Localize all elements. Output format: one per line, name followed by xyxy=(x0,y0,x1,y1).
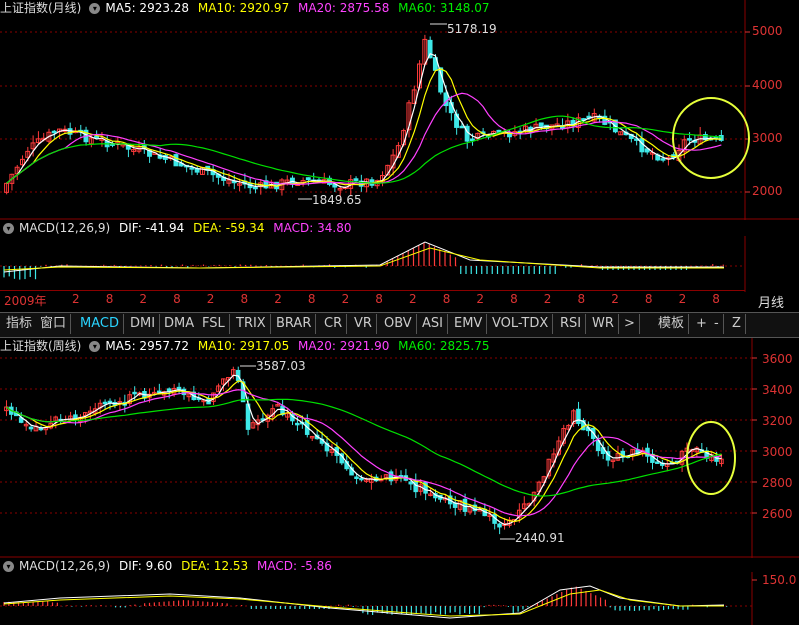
date-axis-label: 8 xyxy=(712,292,720,306)
tab-dmi[interactable]: DMI xyxy=(126,314,161,334)
candle-down xyxy=(252,186,258,190)
weekly-y-tick: 2600 xyxy=(762,507,793,521)
candle-down xyxy=(469,138,475,141)
tab-voltdx[interactable]: VOL-TDX xyxy=(488,314,554,334)
tab-macd[interactable]: MACD xyxy=(76,314,124,334)
date-axis-label: 2 xyxy=(206,292,215,306)
tab-item[interactable]: 模板 xyxy=(654,314,690,334)
tab-dma[interactable]: DMA xyxy=(160,314,200,334)
tab-item[interactable]: + xyxy=(692,314,712,334)
monthly-y-tick: 5000 xyxy=(752,24,783,38)
date-axis-label: 2 xyxy=(274,292,282,306)
candle-down xyxy=(102,401,108,405)
candle-down xyxy=(132,391,137,395)
dea-line xyxy=(3,589,724,617)
candle-down xyxy=(94,135,99,139)
tab-asi[interactable]: ASI xyxy=(418,314,448,334)
candle-down xyxy=(51,130,57,134)
tab-z[interactable]: Z xyxy=(728,314,746,334)
tab-brar[interactable]: BRAR xyxy=(272,314,317,334)
date-axis-label: 2 xyxy=(476,292,485,306)
date-axis-label: 8 xyxy=(442,292,451,306)
ma20-line xyxy=(6,389,722,517)
monthly-low-label: 1849.65 xyxy=(312,193,362,207)
weekly-candlestick-chart[interactable] xyxy=(0,338,799,558)
weekly-y-tick: 3000 xyxy=(762,445,793,459)
ma10-line xyxy=(6,380,722,522)
tab-fsl[interactable]: FSL xyxy=(198,314,230,334)
candle-down xyxy=(353,178,359,181)
weekly-macd-tick: 150.0 xyxy=(762,573,797,587)
date-axis-label: 8 xyxy=(240,292,249,306)
monthly-y-tick: 3000 xyxy=(752,131,783,145)
tab-item[interactable]: - xyxy=(710,314,724,334)
candle-down xyxy=(496,129,502,133)
monthly-macd-chart[interactable] xyxy=(0,220,799,292)
weekly-y-tick: 3400 xyxy=(762,383,793,397)
candle-down xyxy=(359,477,364,481)
weekly-low-label: 2440.91 xyxy=(515,531,565,545)
date-axis-label: 8 xyxy=(510,292,518,306)
candle-down xyxy=(576,408,581,424)
date-axis-label: 2 xyxy=(341,292,350,306)
tab-emv[interactable]: EMV xyxy=(450,314,488,334)
monthly-y-tick: 2000 xyxy=(752,184,783,198)
candle-down xyxy=(295,422,300,426)
monthly-high-label: 5178.19 xyxy=(447,22,497,36)
tab-rsi[interactable]: RSI xyxy=(556,314,587,334)
date-axis-label: 2 xyxy=(678,292,687,306)
tab-item[interactable]: > xyxy=(620,314,640,334)
date-axis-label: 2 xyxy=(139,292,148,306)
date-axis-label: 8 xyxy=(375,292,383,306)
tab-vr[interactable]: VR xyxy=(350,314,377,334)
weekly-high-label: 3587.03 xyxy=(256,359,306,373)
date-axis-label: 2 xyxy=(611,292,619,306)
candle-down xyxy=(305,177,311,181)
tab-wr[interactable]: WR xyxy=(588,314,619,334)
date-axis-label: 8 xyxy=(644,292,653,306)
candle-down xyxy=(408,481,414,485)
date-axis-label: 2 xyxy=(409,292,417,306)
tab-item[interactable]: 指标 xyxy=(2,314,38,334)
date-axis-label: 8 xyxy=(105,292,114,306)
candle-down xyxy=(660,158,666,161)
candle-down xyxy=(354,476,359,479)
weekly-y-tick: 3200 xyxy=(762,414,793,428)
tab-obv[interactable]: OBV xyxy=(380,314,417,334)
tab-item[interactable]: 窗口 xyxy=(36,314,72,334)
date-axis-label: 2 xyxy=(72,292,80,306)
candle-down xyxy=(413,480,418,493)
annotation-circle xyxy=(686,421,736,495)
dif-line xyxy=(3,585,725,619)
date-axis-label: 2 xyxy=(543,292,552,306)
date-axis-label: 8 xyxy=(173,292,181,306)
ma20-line xyxy=(6,92,722,186)
ma60-line xyxy=(6,398,722,497)
candle-down xyxy=(687,138,692,141)
tab-trix[interactable]: TRIX xyxy=(232,314,271,334)
date-axis-label: 8 xyxy=(307,292,316,306)
period-label[interactable]: 月线 xyxy=(758,292,784,311)
candle-down xyxy=(497,523,502,528)
candle-down xyxy=(655,461,660,464)
candle-down xyxy=(28,426,34,430)
candle-down xyxy=(538,122,544,127)
monthly-candlestick-chart[interactable] xyxy=(0,0,799,220)
candle-down xyxy=(189,167,195,170)
tab-cr[interactable]: CR xyxy=(320,314,348,334)
weekly-y-tick: 2800 xyxy=(762,476,793,490)
candle-down xyxy=(459,125,465,129)
date-axis-label: 8 xyxy=(577,292,586,306)
date-axis-start: 2009年 xyxy=(4,294,47,308)
monthly-y-tick: 4000 xyxy=(752,78,783,92)
weekly-macd-chart[interactable] xyxy=(0,558,799,625)
weekly-y-tick: 3600 xyxy=(762,352,793,366)
